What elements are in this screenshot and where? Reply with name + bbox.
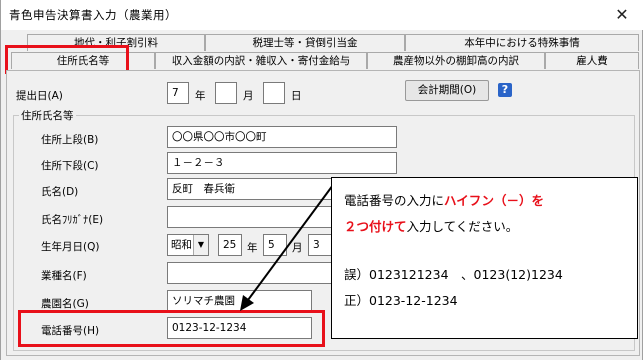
farm-name-input[interactable]: ソリマチ農園 <box>167 290 312 312</box>
callout-line-1: 電話番号の入力にハイフン（－）を <box>344 193 545 208</box>
era-selected-value: 昭和 <box>171 239 192 251</box>
birth-year-input[interactable]: 25 <box>218 234 242 256</box>
tab-inventory-breakdown[interactable]: 農産物以外の棚卸高の内訳 <box>367 52 545 69</box>
day-unit-label: 日 <box>291 90 302 102</box>
month-unit-label: 月 <box>243 90 254 102</box>
callout-wrong-example: 誤）0123121234 、0123(12)1234 <box>344 267 563 282</box>
group-title: 住所氏名等 <box>19 108 76 123</box>
birth-year-unit: 年 <box>247 242 258 254</box>
submit-date-label: 提出日(A) <box>16 90 63 102</box>
birth-day-input[interactable]: 3 <box>308 234 332 256</box>
business-type-input[interactable] <box>167 262 332 284</box>
address-upper-label: 住所上段(B) <box>41 134 99 146</box>
title-bar: 青色申告決算書入力（農業用） ✕ <box>1 0 643 30</box>
farm-name-label: 農園名(G) <box>41 298 89 310</box>
callout-correct-example: 正）0123-12-1234 <box>344 293 458 308</box>
window-title: 青色申告決算書入力（農業用） <box>9 8 177 22</box>
close-icon[interactable]: ✕ <box>602 2 642 28</box>
tab-tax-accountant-bad-debt[interactable]: 税理士等・貸倒引当金 <box>205 34 405 51</box>
name-input[interactable]: 反町 春兵衛 <box>167 178 332 200</box>
submit-month-input[interactable] <box>215 82 237 104</box>
callout-line-2: ２つ付けて入力してください。 <box>344 219 519 234</box>
birthdate-label: 生年月日(Q) <box>41 241 100 253</box>
name-kana-label: 氏名ﾌﾘｶﾞﾅ(E) <box>41 214 104 226</box>
address-upper-input[interactable]: 〇〇県〇〇市〇〇町 <box>167 126 397 148</box>
fiscal-period-button[interactable]: 会計期間(O) <box>405 80 489 101</box>
era-select[interactable]: 昭和 ▼ <box>167 234 209 256</box>
year-unit-label: 年 <box>195 90 206 102</box>
tab-employee-cost[interactable]: 雇人費 <box>545 52 639 69</box>
business-type-label: 業種名(F) <box>41 270 87 282</box>
birth-month-unit: 月 <box>292 242 303 254</box>
name-label: 氏名(D) <box>41 186 79 198</box>
name-kana-input[interactable] <box>167 206 332 228</box>
address-lower-label: 住所下段(C) <box>41 160 99 172</box>
help-icon[interactable]: ? <box>498 83 512 97</box>
phone-highlight <box>18 310 325 347</box>
chevron-down-icon: ▼ <box>193 235 208 255</box>
address-lower-input[interactable]: １－２－３ <box>167 152 397 174</box>
tab-income-breakdown[interactable]: 収入金額の内訳・雑収入・寄付金給与 <box>155 52 367 69</box>
tab-special-circumstances[interactable]: 本年中における特殊事情 <box>405 34 639 51</box>
instruction-callout: 電話番号の入力にハイフン（－）を ２つ付けて入力してください。 誤）012312… <box>331 177 638 339</box>
submit-day-input[interactable] <box>263 82 285 104</box>
birth-month-input[interactable]: 5 <box>263 234 287 256</box>
submit-year-input[interactable]: 7 <box>167 82 189 104</box>
